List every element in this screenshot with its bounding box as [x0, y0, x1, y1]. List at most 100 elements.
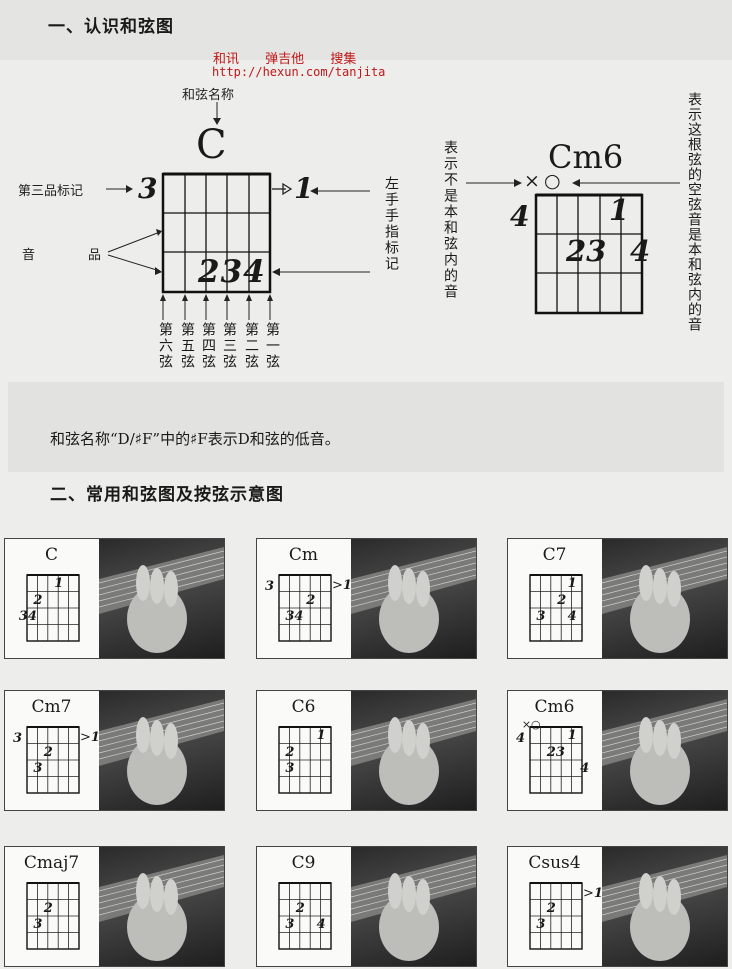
chord-card-finger-mark: 3 [33, 761, 43, 776]
label-left-fingers: 左手手指标记 [383, 176, 399, 272]
chord-card-arrow-icon: > [80, 730, 91, 745]
chord-card-diagram: Cm7 3 >1 2 3 [5, 691, 100, 810]
label-not-chord-tone: 表示不是本和弦内的音 [442, 140, 458, 300]
chord-card-grid-svg [529, 574, 583, 642]
chord-name-main: C [196, 122, 227, 168]
hand-photo-illustration [601, 699, 727, 805]
chord-card-diagram: Csus4 >1 2 3 [508, 847, 603, 966]
chord-card-fret-number: 4 [516, 731, 526, 746]
chord-card-finger-mark: 2 [43, 900, 53, 916]
chord-card-finger-arrow: >1 [583, 886, 603, 901]
hand-photo-illustration [98, 547, 224, 653]
hand-photo-illustration [98, 699, 224, 805]
hand-photo [98, 539, 224, 658]
chord-card-diagram: C9 2 3 4 [257, 847, 350, 966]
open-symbol: ○ [544, 170, 561, 192]
fingers-234-main: 234 [198, 254, 266, 290]
chord-card: Cmaj7 2 3 [4, 846, 225, 967]
string-label-5: 第五弦 [179, 322, 195, 370]
chord-card-finger-mark: 2 [295, 900, 305, 916]
string-label-2: 第二弦 [243, 322, 259, 370]
hand-photo [98, 691, 224, 810]
section-title-2: 二、常用和弦图及按弦示意图 [50, 485, 284, 505]
chord-card-finger-arrow: >1 [332, 578, 352, 593]
chord-card-finger-mark: 3 [285, 761, 295, 776]
chord-card-finger-mark: 2 [306, 592, 316, 608]
chord-card-finger-mark: 4 [316, 917, 326, 932]
chord-card: Cm7 3 >1 2 3 [4, 690, 225, 811]
chord-card-arrow-icon: > [332, 578, 343, 593]
chord-card-finger-mark: 2 [557, 592, 567, 608]
string-label-1: 第一弦 [264, 322, 280, 370]
chord-card-finger-mark: 3 [285, 917, 295, 932]
label-fret-marker: 第三品标记 [18, 184, 84, 199]
string-label-4: 第四弦 [200, 322, 216, 370]
chord-card-finger-mark: 2 [33, 592, 43, 608]
chord-card-finger-mark: 1 [316, 728, 326, 743]
string-label-3: 第三弦 [221, 322, 237, 370]
chord-card-grid-svg [278, 726, 332, 794]
finger-4-cm6: 4 [630, 234, 651, 268]
chord-card-fret-number: 3 [13, 731, 23, 746]
chord-card-diagram: C 1 2 34 [5, 539, 98, 658]
chord-card-finger-mark: 1 [567, 728, 577, 743]
label-sound: 音 [22, 248, 36, 263]
chord-card-finger-mark: 23 [546, 744, 565, 760]
chord-card-finger-mark: 4 [580, 761, 590, 776]
chord-card-finger-mark: 34 [285, 609, 304, 624]
hand-photo-illustration [350, 547, 476, 653]
hand-photo-illustration [98, 855, 224, 961]
chord-card-diagram: Cmaj7 2 3 [5, 847, 98, 966]
chord-card-finger-mark: 3 [33, 917, 43, 932]
chord-card: C9 2 3 4 [256, 846, 477, 967]
chord-card: C6 1 2 3 [256, 690, 477, 811]
hand-photo [350, 539, 476, 658]
fret-number-main: 3 [138, 172, 158, 205]
chord-card: C 1 2 34 [4, 538, 225, 659]
chord-card-finger-mark: 3 [536, 609, 546, 624]
chord-card-finger-mark: 34 [18, 609, 37, 624]
chord-card-finger-arrow: >1 [80, 730, 100, 745]
chord-card-finger-mark: 1 [54, 576, 64, 591]
hand-photo-illustration [601, 855, 727, 961]
hand-photo-illustration [601, 547, 727, 653]
chord-card-fret-number: 3 [265, 579, 275, 594]
hand-photo-illustration [350, 855, 476, 961]
hand-photo [601, 847, 727, 966]
fret-number-cm6: 4 [510, 200, 530, 233]
chord-card-grid-svg [278, 574, 332, 642]
chord-card-arrow-icon: > [583, 886, 594, 901]
chord-card: C7 1 2 3 4 [507, 538, 728, 659]
chord-card-diagram: Cm 3 >1 2 34 [257, 539, 352, 658]
chord-card-finger-mark: 1 [567, 576, 577, 591]
label-fret: 品 [88, 248, 102, 263]
hand-photo [350, 847, 476, 966]
chord-card: Cm6 4 1 23 4 ×○ [507, 690, 728, 811]
note-text: 和弦名称“D/♯F”中的♯F表示D和弦的低音。 [50, 430, 340, 448]
chord-card: Cm 3 >1 2 34 [256, 538, 477, 659]
chord-card-diagram: C6 1 2 3 [257, 691, 350, 810]
chord-card-diagram: Cm6 4 1 23 4 ×○ [508, 691, 601, 810]
chord-card-finger-mark: ×○ [521, 718, 541, 732]
chord-card-finger-mark: 2 [43, 744, 53, 760]
mute-symbol: × [524, 170, 540, 192]
chord-card-finger-mark: 2 [285, 744, 295, 760]
chord-card: Csus4 >1 2 3 [507, 846, 728, 967]
hand-photo [350, 691, 476, 810]
hand-photo [98, 847, 224, 966]
chord-card-finger-mark: 4 [567, 609, 577, 624]
hand-photo [601, 691, 727, 810]
string-arrows [162, 296, 271, 320]
chord-card-diagram: C7 1 2 3 4 [508, 539, 601, 658]
chord-card-finger-mark: 3 [536, 917, 546, 932]
string-label-6: 第六弦 [157, 322, 173, 370]
label-open-string: 表示这根弦的空弦音是本和弦内的音 [686, 92, 702, 332]
chord-card-grid-svg [26, 574, 80, 642]
finger-23-cm6: 23 [566, 234, 607, 268]
chord-card-finger-mark: 2 [546, 900, 556, 916]
finger-1-main: 1 [294, 172, 314, 205]
hand-photo-illustration [350, 699, 476, 805]
hand-photo [601, 539, 727, 658]
finger-1-cm6: 1 [609, 193, 630, 227]
note-panel [8, 382, 724, 472]
